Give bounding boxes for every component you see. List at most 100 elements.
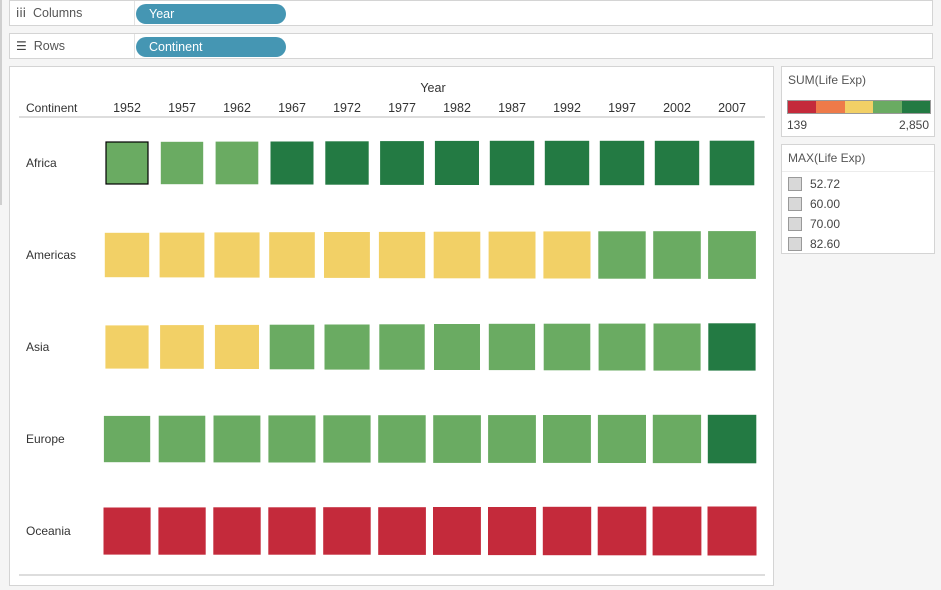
heatmap-cell[interactable] xyxy=(708,231,756,279)
rows-shelf-label: ☰ Rows xyxy=(16,39,65,53)
heatmap-cell[interactable] xyxy=(707,506,757,556)
x-tick-label: 1977 xyxy=(388,101,416,115)
heatmap-cell[interactable] xyxy=(104,232,150,278)
row-header-title: Continent xyxy=(26,101,78,115)
heatmap-cell[interactable] xyxy=(270,141,314,185)
heatmap-cell[interactable] xyxy=(160,141,204,185)
size-legend-item[interactable]: 60.00 xyxy=(782,194,934,214)
continent-pill[interactable]: Continent xyxy=(136,37,286,57)
heatmap-cell[interactable] xyxy=(707,414,757,464)
size-legend[interactable]: MAX(Life Exp) 52.72 60.00 70.00 82.60 xyxy=(781,144,935,254)
heatmap-cell[interactable] xyxy=(598,323,646,371)
y-tick-label: Americas xyxy=(26,248,76,262)
heatmap-cell[interactable] xyxy=(324,324,370,370)
heatmap-cell[interactable] xyxy=(434,324,480,370)
heatmap-cell[interactable] xyxy=(378,507,426,555)
heatmap-cell[interactable] xyxy=(543,323,591,371)
heatmap-cell[interactable] xyxy=(544,140,590,186)
heatmap-cell[interactable] xyxy=(269,232,315,278)
heatmap-cell[interactable] xyxy=(709,140,755,186)
heatmap-cell[interactable] xyxy=(433,507,481,555)
color-ramp-step-4 xyxy=(901,101,931,113)
x-tick-label: 1997 xyxy=(608,101,636,115)
heatmap-cell[interactable] xyxy=(543,231,591,279)
heatmap-cell[interactable] xyxy=(160,325,204,369)
heatmap-cell[interactable] xyxy=(269,324,315,370)
heatmap-cell[interactable] xyxy=(433,415,481,463)
heatmap-cell[interactable] xyxy=(159,232,205,278)
size-legend-items: 52.72 60.00 70.00 82.60 xyxy=(782,174,934,254)
heatmap-cell[interactable] xyxy=(597,506,647,556)
rows-shelf[interactable]: ☰ Rows Continent xyxy=(9,33,933,59)
heatmap-cell[interactable] xyxy=(378,231,426,279)
heatmap-cell[interactable] xyxy=(488,231,536,279)
heatmap-cell[interactable] xyxy=(323,415,371,463)
color-legend-title: SUM(Life Exp) xyxy=(788,73,867,87)
heatmap-cell[interactable] xyxy=(598,231,646,279)
heatmap-cell[interactable] xyxy=(158,415,206,463)
heatmap-cell[interactable] xyxy=(378,415,426,463)
heatmap-cell[interactable] xyxy=(652,414,702,464)
color-ramp-step-1 xyxy=(816,101,845,113)
heatmap-cell[interactable] xyxy=(433,231,481,279)
viz-pane[interactable]: Year Continent 1952 1957 1962 1967 1972 1977 198… xyxy=(9,66,774,586)
x-tick-label: 2002 xyxy=(663,101,691,115)
heatmap-cell[interactable] xyxy=(653,231,701,279)
heatmap-cell[interactable] xyxy=(708,323,756,371)
color-min-label: 139 xyxy=(787,118,808,132)
heatmap-cell[interactable] xyxy=(158,507,206,555)
color-ramp[interactable] xyxy=(787,100,931,114)
heatmap-cell[interactable] xyxy=(213,415,261,463)
columns-icon: iii xyxy=(16,6,27,20)
x-tick-label: 1957 xyxy=(168,101,196,115)
heatmap-cell[interactable] xyxy=(105,325,149,369)
x-tick-label: 1982 xyxy=(443,101,471,115)
heatmap-cell[interactable] xyxy=(213,507,261,555)
heatmap-cell[interactable] xyxy=(214,232,260,278)
heatmap-chart[interactable]: Year Continent 1952 1957 1962 1967 1972 1977 198… xyxy=(10,67,773,585)
shelf-divider xyxy=(134,34,135,58)
heatmap-cell[interactable] xyxy=(105,141,149,185)
heatmap-cell[interactable] xyxy=(488,323,536,371)
size-legend-item[interactable]: 82.60 xyxy=(782,234,934,254)
left-edge xyxy=(0,0,2,205)
heatmap-cell[interactable] xyxy=(597,414,646,463)
y-tick-label: Africa xyxy=(26,156,57,170)
heatmap-cell[interactable] xyxy=(380,141,424,185)
heatmap-cell[interactable] xyxy=(214,324,259,369)
size-legend-label: 60.00 xyxy=(810,197,841,211)
shelf-divider xyxy=(134,1,135,25)
heatmap-cell[interactable] xyxy=(324,232,370,278)
x-tick-label: 1952 xyxy=(113,101,141,115)
heatmap-cell[interactable] xyxy=(379,324,425,370)
heatmap-cell[interactable] xyxy=(488,415,536,463)
heatmap-cell[interactable] xyxy=(434,140,479,185)
columns-shelf-label: iii Columns xyxy=(16,6,82,20)
y-tick-label: Asia xyxy=(26,340,50,354)
size-legend-item[interactable]: 52.72 xyxy=(782,174,934,194)
heatmap-cell[interactable] xyxy=(489,140,535,186)
heatmap-cell[interactable] xyxy=(215,141,259,185)
heatmap-cell[interactable] xyxy=(268,507,316,555)
y-tick-label: Europe xyxy=(26,432,65,446)
size-legend-item[interactable]: 70.00 xyxy=(782,214,934,234)
heatmap-cell[interactable] xyxy=(652,506,702,556)
heatmap-cell[interactable] xyxy=(654,140,700,186)
heatmap-cell[interactable] xyxy=(323,507,371,555)
color-max-label: 2,850 xyxy=(898,118,929,132)
color-legend[interactable]: SUM(Life Exp) 139 2,850 xyxy=(781,66,935,137)
x-tick-label: 1992 xyxy=(553,101,581,115)
columns-label-text: Columns xyxy=(33,6,83,20)
heatmap-cell[interactable] xyxy=(488,507,537,556)
heatmap-cell[interactable] xyxy=(325,141,369,185)
heatmap-cell[interactable] xyxy=(543,415,591,463)
heatmap-cell[interactable] xyxy=(542,506,592,556)
year-pill[interactable]: Year xyxy=(136,4,286,24)
size-legend-label: 82.60 xyxy=(810,237,841,251)
heatmap-cell[interactable] xyxy=(268,415,316,463)
heatmap-cell[interactable] xyxy=(653,323,701,371)
heatmap-cell[interactable] xyxy=(599,140,645,186)
heatmap-cell[interactable] xyxy=(103,415,151,463)
columns-shelf[interactable]: iii Columns Year xyxy=(9,0,933,26)
heatmap-cell[interactable] xyxy=(103,507,151,555)
